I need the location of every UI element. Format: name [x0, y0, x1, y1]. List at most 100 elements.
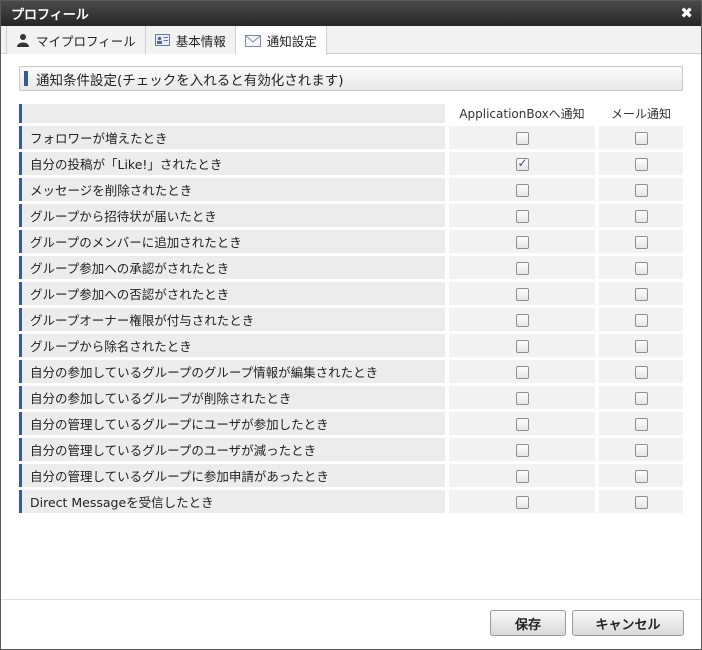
dialog-titlebar: プロフィール ✖ [1, 1, 701, 26]
app-notify-checkbox[interactable] [515, 340, 529, 353]
notification-rows: フォロワーが増えたとき自分の投稿が「Like!」されたときメッセージを削除された… [19, 126, 683, 513]
mail-notify-cell [599, 386, 683, 409]
mail-notify-cell [599, 334, 683, 357]
cancel-button[interactable]: キャンセル [572, 610, 684, 636]
mail-notify-cell [599, 412, 683, 435]
notification-label: 自分の管理しているグループに参加申請があったとき [19, 464, 445, 487]
app-notify-cell [449, 308, 595, 331]
app-notify-checkbox[interactable] [515, 132, 529, 145]
mail-notify-checkbox[interactable] [634, 496, 648, 509]
app-notify-checkbox[interactable] [515, 210, 529, 223]
table-row: グループ参加への否認がされたとき [19, 282, 683, 305]
app-notify-cell [449, 386, 595, 409]
profile-dialog: プロフィール ✖ マイプロフィール 基本情報 通知設定 通知条件設定(チェックを… [0, 0, 702, 650]
header-mail-notify: メール通知 [599, 104, 683, 123]
app-notify-cell [449, 152, 595, 175]
table-row: フォロワーが増えたとき [19, 126, 683, 149]
app-notify-checkbox[interactable] [515, 184, 529, 197]
mail-notify-checkbox[interactable] [634, 210, 648, 223]
app-notify-cell [449, 334, 595, 357]
notification-label: グループから招待状が届いたとき [19, 204, 445, 227]
table-row: Direct Messageを受信したとき [19, 490, 683, 513]
tab-label: 基本情報 [175, 33, 226, 49]
mail-notify-checkbox[interactable] [634, 340, 648, 353]
app-notify-checkbox[interactable] [515, 418, 529, 431]
table-row: グループ参加への承認がされたとき [19, 256, 683, 279]
notification-label: 自分の管理しているグループのユーザが減ったとき [19, 438, 445, 461]
mail-notify-checkbox[interactable] [634, 236, 648, 249]
notification-label: 自分の参加しているグループが削除されたとき [19, 386, 445, 409]
section-title: 通知条件設定(チェックを入れると有効化されます) [36, 72, 344, 89]
app-notify-checkbox[interactable] [515, 288, 529, 301]
app-notify-checkbox[interactable] [515, 392, 529, 405]
table-row: 自分の管理しているグループに参加申請があったとき [19, 464, 683, 487]
app-notify-checkbox[interactable] [515, 262, 529, 275]
app-notify-cell [449, 126, 595, 149]
mail-notify-checkbox[interactable] [634, 158, 648, 171]
notification-label: メッセージを削除されたとき [19, 178, 445, 201]
app-notify-cell [449, 204, 595, 227]
table-row: 自分の参加しているグループのグループ情報が編集されたとき [19, 360, 683, 383]
mail-notify-checkbox[interactable] [634, 288, 648, 301]
tab-label: 通知設定 [266, 34, 317, 49]
mail-notify-checkbox[interactable] [634, 314, 648, 327]
notification-table: ApplicationBoxへ通知 メール通知 フォロワーが増えたとき 自分の投稿… [19, 101, 683, 516]
app-notify-cell [449, 490, 595, 513]
save-button[interactable]: 保存 [490, 610, 566, 636]
app-notify-checkbox[interactable] [515, 444, 529, 457]
app-notify-checkbox[interactable] [515, 314, 529, 327]
tab-notification-settings[interactable]: 通知設定 [235, 26, 327, 55]
tab-my-profile[interactable]: マイプロフィール [6, 26, 146, 54]
mail-notify-cell [599, 308, 683, 331]
mail-notify-cell [599, 282, 683, 305]
mail-notify-checkbox[interactable] [634, 184, 648, 197]
notification-label: グループ参加への承認がされたとき [19, 256, 445, 279]
envelope-icon [244, 34, 261, 47]
mail-notify-cell [599, 464, 683, 487]
notification-label: グループのメンバーに追加されたとき [19, 230, 445, 253]
mail-notify-cell [599, 360, 683, 383]
header-app-notify: ApplicationBoxへ通知 [449, 104, 595, 123]
app-notify-checkbox[interactable] [515, 366, 529, 379]
table-row: メッセージを削除されたとき [19, 178, 683, 201]
mail-notify-checkbox[interactable] [634, 470, 648, 483]
mail-notify-checkbox[interactable] [634, 262, 648, 275]
person-icon [16, 33, 30, 47]
tab-basic-info[interactable]: 基本情報 [145, 26, 236, 54]
notification-label: フォロワーが増えたとき [19, 126, 445, 149]
mail-notify-cell [599, 178, 683, 201]
dialog-title: プロフィール [11, 8, 89, 23]
app-notify-cell [449, 256, 595, 279]
mail-notify-checkbox[interactable] [634, 132, 648, 145]
mail-notify-checkbox[interactable] [634, 366, 648, 379]
close-icon[interactable]: ✖ [680, 6, 693, 21]
mail-notify-cell [599, 152, 683, 175]
notification-label: Direct Messageを受信したとき [19, 490, 445, 513]
mail-notify-checkbox[interactable] [634, 444, 648, 457]
dialog-footer: 保存 キャンセル [1, 599, 701, 649]
app-notify-checkbox[interactable] [515, 470, 529, 483]
app-notify-cell [449, 412, 595, 435]
table-row: 自分の投稿が「Like!」されたとき [19, 152, 683, 175]
mail-notify-checkbox[interactable] [634, 392, 648, 405]
app-notify-cell [449, 464, 595, 487]
table-row: グループから招待状が届いたとき [19, 204, 683, 227]
table-row: 自分の参加しているグループが削除されたとき [19, 386, 683, 409]
table-row: グループから除名されたとき [19, 334, 683, 357]
notification-label: 自分の投稿が「Like!」されたとき [19, 152, 445, 175]
notification-label: グループオーナー権限が付与されたとき [19, 308, 445, 331]
mail-notify-cell [599, 256, 683, 279]
mail-notify-cell [599, 126, 683, 149]
notification-label: グループから除名されたとき [19, 334, 445, 357]
app-notify-checkbox[interactable] [515, 236, 529, 249]
mail-notify-cell [599, 490, 683, 513]
table-row: グループオーナー権限が付与されたとき [19, 308, 683, 331]
section-header: 通知条件設定(チェックを入れると有効化されます) [19, 66, 683, 91]
app-notify-checkbox[interactable] [515, 496, 529, 509]
tab-bar: マイプロフィール 基本情報 通知設定 [1, 26, 701, 55]
app-notify-cell [449, 282, 595, 305]
id-card-icon [154, 33, 170, 47]
app-notify-checkbox[interactable] [515, 156, 529, 171]
mail-notify-checkbox[interactable] [634, 418, 648, 431]
mail-notify-cell [599, 230, 683, 253]
